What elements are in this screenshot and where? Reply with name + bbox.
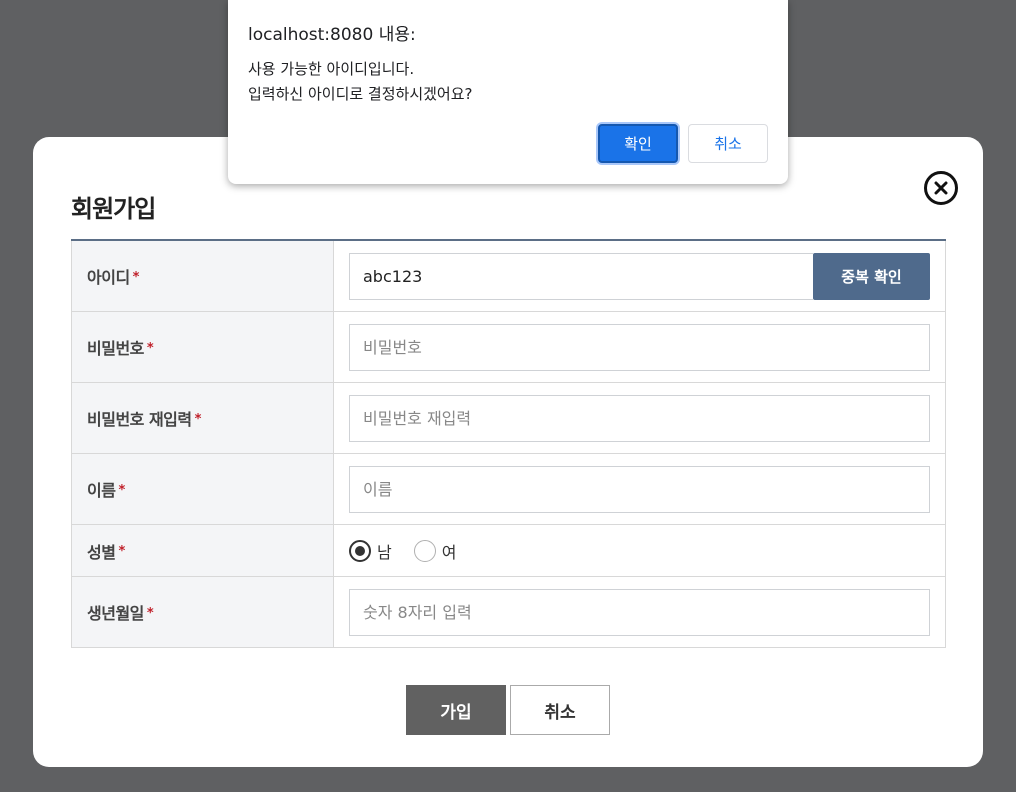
id-input[interactable] bbox=[349, 252, 813, 300]
dialog-cancel-button[interactable]: 취소 bbox=[688, 124, 768, 163]
required-mark: * bbox=[132, 269, 140, 285]
modal-title: 회원가입 bbox=[71, 195, 156, 223]
cancel-button[interactable]: 취소 bbox=[510, 685, 610, 735]
id-label: 아이디 bbox=[87, 268, 130, 287]
id-label-cell: 아이디 * bbox=[72, 241, 334, 311]
gender-female-label: 여 bbox=[441, 542, 457, 562]
close-icon[interactable] bbox=[924, 171, 958, 205]
id-value-cell: 중복 확인 bbox=[334, 241, 945, 311]
form-row-password-confirm: 비밀번호 재입력 * bbox=[71, 383, 946, 454]
password-confirm-value-cell bbox=[334, 383, 945, 453]
required-mark: * bbox=[194, 411, 202, 427]
required-mark: * bbox=[118, 482, 125, 498]
signup-modal: 회원가입 아이디 * 중복 확인 비밀번호 * bbox=[33, 137, 983, 767]
close-x-glyph bbox=[934, 181, 948, 195]
required-mark: * bbox=[146, 605, 154, 621]
form-row-birth: 생년월일 * bbox=[71, 577, 946, 648]
birth-value-cell bbox=[334, 577, 945, 647]
password-confirm-label-cell: 비밀번호 재입력 * bbox=[72, 383, 334, 453]
form-row-gender: 성별 * 남 여 bbox=[71, 525, 946, 577]
gender-radio-female[interactable]: 여 bbox=[413, 539, 457, 563]
password-confirm-label: 비밀번호 재입력 bbox=[87, 410, 192, 429]
dialog-ok-button[interactable]: 확인 bbox=[598, 124, 678, 163]
duplicate-check-button[interactable]: 중복 확인 bbox=[813, 252, 930, 300]
dialog-message: 사용 가능한 아이디입니다. 입력하신 아이디로 결정하시겠어요? bbox=[248, 57, 473, 107]
form-row-password: 비밀번호 * bbox=[71, 312, 946, 383]
password-label: 비밀번호 bbox=[87, 339, 144, 358]
form-row-id: 아이디 * 중복 확인 bbox=[71, 241, 946, 312]
gender-label: 성별 bbox=[87, 542, 116, 562]
required-mark: * bbox=[118, 544, 125, 559]
name-input[interactable] bbox=[349, 465, 930, 513]
birth-input[interactable] bbox=[349, 588, 930, 636]
name-value-cell bbox=[334, 454, 945, 524]
join-button[interactable]: 가입 bbox=[406, 685, 506, 735]
radio-unchecked-icon[interactable] bbox=[413, 539, 436, 562]
dialog-title: localhost:8080 내용: bbox=[248, 25, 416, 45]
form-row-name: 이름 * bbox=[71, 454, 946, 525]
password-label-cell: 비밀번호 * bbox=[72, 312, 334, 382]
name-label: 이름 bbox=[87, 481, 116, 500]
gender-label-cell: 성별 * bbox=[72, 525, 334, 576]
password-input[interactable] bbox=[349, 323, 930, 371]
gender-value-cell: 남 여 bbox=[334, 525, 945, 576]
password-value-cell bbox=[334, 312, 945, 382]
signup-form: 아이디 * 중복 확인 비밀번호 * 비밀번호 재입력 * bbox=[71, 239, 946, 648]
password-confirm-input[interactable] bbox=[349, 394, 930, 442]
dialog-message-line1: 사용 가능한 아이디입니다. bbox=[248, 60, 415, 78]
confirm-dialog: localhost:8080 내용: 사용 가능한 아이디입니다. 입력하신 아… bbox=[228, 0, 788, 184]
required-mark: * bbox=[146, 340, 154, 356]
form-actions: 가입 취소 bbox=[406, 685, 610, 735]
dialog-message-line2: 입력하신 아이디로 결정하시겠어요? bbox=[248, 85, 473, 103]
gender-radio-group: 남 여 bbox=[349, 539, 478, 563]
birth-label: 생년월일 bbox=[87, 604, 144, 623]
gender-radio-male[interactable]: 남 bbox=[349, 539, 392, 563]
name-label-cell: 이름 * bbox=[72, 454, 334, 524]
birth-label-cell: 생년월일 * bbox=[72, 577, 334, 647]
gender-male-label: 남 bbox=[377, 542, 392, 562]
radio-checked-icon[interactable] bbox=[349, 539, 371, 562]
